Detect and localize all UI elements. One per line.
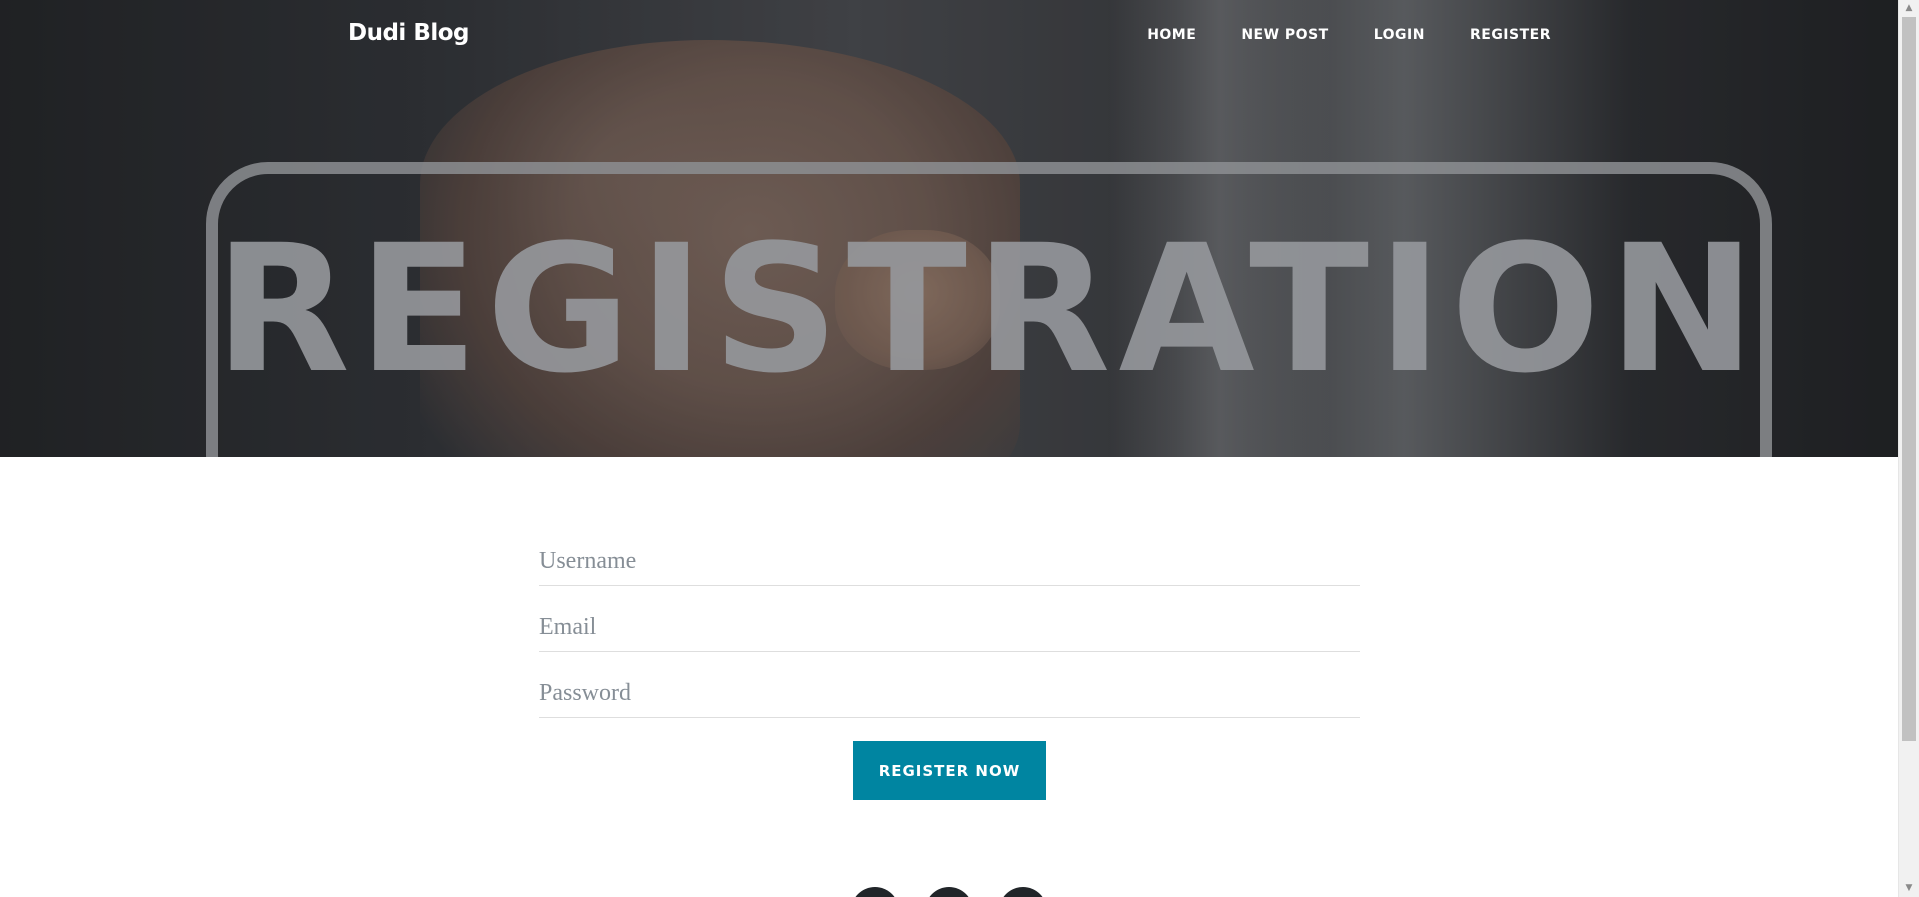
page: REGISTRATION Dudi Blog HOME NEW POST LOG… (0, 0, 1898, 897)
nav-item-register: REGISTER (1425, 26, 1551, 44)
password-input[interactable] (539, 680, 1360, 707)
brand-logo-link[interactable]: Dudi Blog (348, 20, 470, 46)
nav-link-new-post[interactable]: NEW POST (1241, 27, 1328, 43)
username-field-group (539, 520, 1360, 586)
register-button-wrapper: REGISTER NOW (853, 741, 1046, 800)
nav-link-login[interactable]: LOGIN (1374, 27, 1425, 43)
nav-item-home: HOME (1102, 26, 1196, 44)
browser-viewport: REGISTRATION Dudi Blog HOME NEW POST LOG… (0, 0, 1919, 897)
vertical-scrollbar[interactable]: ▲ ▼ (1898, 0, 1919, 897)
hero-registration-word: REGISTRATION (214, 207, 1764, 412)
scroll-up-arrow-icon[interactable]: ▲ (1899, 0, 1919, 17)
password-field-group (539, 652, 1360, 718)
scrollbar-thumb[interactable] (1902, 17, 1916, 741)
nav-link-register[interactable]: REGISTER (1470, 27, 1551, 43)
social-icon-2[interactable] (925, 887, 973, 897)
nav-item-new-post: NEW POST (1196, 26, 1328, 44)
footer-social-links (851, 887, 1047, 897)
register-now-button[interactable]: REGISTER NOW (853, 741, 1046, 800)
email-input[interactable] (539, 614, 1360, 641)
username-input[interactable] (539, 548, 1360, 575)
nav-link-home[interactable]: HOME (1147, 27, 1196, 43)
nav-item-login: LOGIN (1329, 26, 1425, 44)
nav-menu: HOME NEW POST LOGIN REGISTER (1102, 26, 1551, 44)
email-field-group (539, 586, 1360, 652)
registration-form (539, 520, 1360, 718)
social-icon-3[interactable] (999, 887, 1047, 897)
scroll-down-arrow-icon[interactable]: ▼ (1899, 880, 1919, 897)
main-navbar: Dudi Blog HOME NEW POST LOGIN REGISTER (0, 0, 1898, 70)
social-icon-1[interactable] (851, 887, 899, 897)
